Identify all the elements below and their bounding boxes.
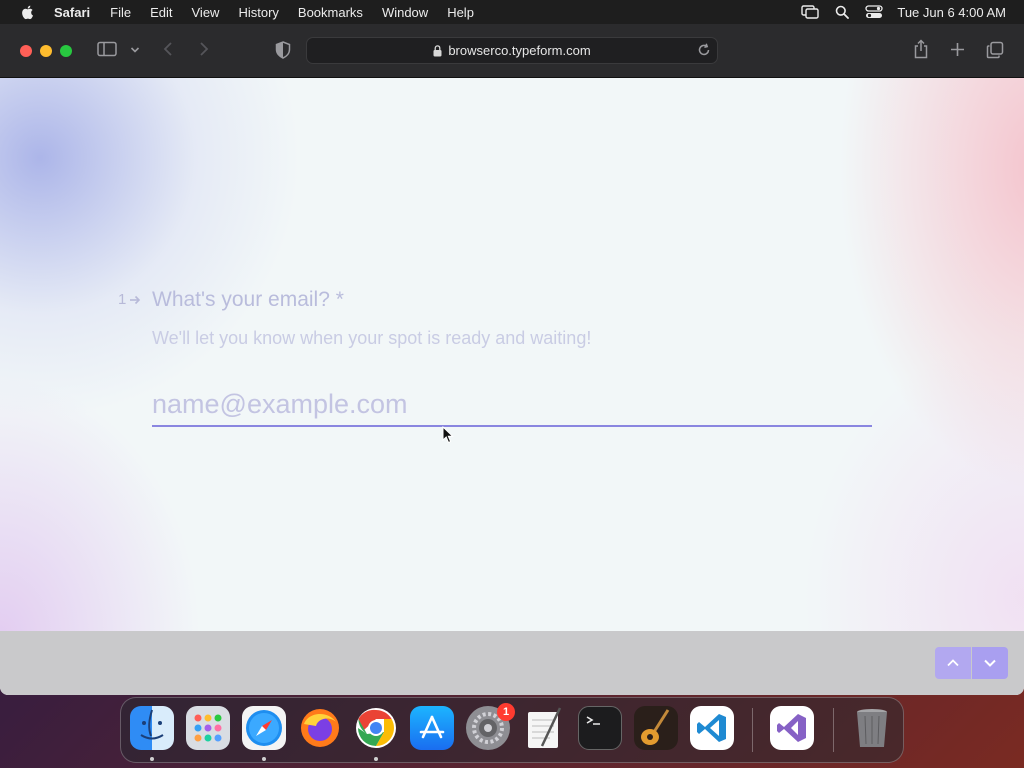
share-icon[interactable] [913, 39, 929, 59]
question-number-label: 1 [118, 291, 127, 308]
address-bar[interactable]: browserco.typeform.com [306, 37, 718, 64]
menu-view[interactable]: View [192, 5, 220, 20]
menu-window[interactable]: Window [382, 5, 428, 20]
window-close-button[interactable] [20, 45, 32, 57]
chevron-up-icon [947, 659, 959, 667]
window-zoom-button[interactable] [60, 45, 72, 57]
vscode-logo-icon [697, 714, 726, 742]
menu-history[interactable]: History [238, 5, 278, 20]
firefox-icon[interactable] [298, 706, 342, 750]
finder-running-indicator [150, 757, 154, 761]
question-title: What's your email? * [152, 288, 344, 311]
menu-bookmarks[interactable]: Bookmarks [298, 5, 363, 20]
guitar-icon [641, 709, 670, 745]
menu-file[interactable]: File [110, 5, 131, 20]
tab-overview-icon[interactable] [986, 41, 1004, 59]
chrome-running-indicator [374, 757, 378, 761]
chrome-icon[interactable] [354, 706, 398, 750]
safari-icon[interactable] [242, 706, 286, 750]
menubar-clock[interactable]: Tue Jun 6 4:00 AM [897, 5, 1006, 20]
chevron-down-icon [984, 659, 996, 667]
safari-running-indicator [262, 757, 266, 761]
chrome-logo-icon [356, 708, 396, 748]
lock-icon [433, 44, 442, 56]
visual-studio-logo-icon [777, 714, 806, 742]
terminal-prompt-icon [586, 716, 600, 725]
address-url: browserco.typeform.com [448, 43, 591, 58]
screen-mirroring-icon[interactable] [801, 5, 820, 19]
app-store-icon[interactable] [410, 706, 454, 750]
terminal-icon[interactable] [578, 706, 622, 750]
privacy-shield-icon[interactable] [275, 41, 291, 59]
firefox-logo-icon [301, 709, 339, 747]
form-navigation-bar [0, 631, 1024, 695]
question-subtitle: We'll let you know when your spot is rea… [152, 328, 592, 348]
trash-can-icon [857, 709, 887, 747]
textedit-icon[interactable] [522, 706, 566, 750]
menu-help[interactable]: Help [447, 5, 474, 20]
reload-icon[interactable] [697, 43, 711, 57]
visual-studio-icon[interactable] [770, 706, 814, 750]
arrow-right-icon [130, 295, 141, 304]
mouse-cursor-icon [442, 426, 454, 444]
notification-badge: 1 [497, 703, 515, 721]
safari-compass-icon [246, 710, 282, 746]
vscode-icon[interactable] [690, 706, 734, 750]
trash-icon[interactable] [850, 706, 894, 750]
finder-icon[interactable] [130, 706, 174, 750]
question-number: 1 [118, 291, 141, 308]
apple-icon[interactable] [20, 4, 36, 20]
window-minimize-button[interactable] [40, 45, 52, 57]
back-icon[interactable] [162, 41, 174, 57]
menu-edit[interactable]: Edit [150, 5, 172, 20]
chevron-down-icon[interactable] [130, 46, 140, 54]
launchpad-grid-icon [194, 714, 222, 742]
control-center-icon[interactable] [865, 5, 884, 19]
safari-window: browserco.typeform.com 1 What's your ema… [0, 24, 1024, 695]
search-icon[interactable] [835, 5, 850, 19]
sidebar-toggle-icon[interactable] [97, 41, 117, 57]
menu-app-safari[interactable]: Safari [54, 5, 90, 20]
app-store-a-icon [419, 715, 445, 739]
new-tab-icon[interactable] [950, 42, 965, 57]
email-input[interactable] [152, 383, 872, 427]
browser-toolbar: browserco.typeform.com [0, 24, 1024, 78]
typeform-page: 1 What's your email? * We'll let you kno… [0, 78, 1024, 631]
dock: 1 [120, 697, 904, 763]
dock-separator [833, 708, 834, 752]
menu-bar: Safari File Edit View History Bookmarks … [0, 0, 1024, 24]
previous-question-button[interactable] [935, 647, 971, 679]
forward-icon[interactable] [198, 41, 210, 57]
garageband-icon[interactable] [634, 706, 678, 750]
finder-face-icon [140, 709, 164, 740]
dock-separator [752, 708, 753, 752]
next-question-button[interactable] [972, 647, 1008, 679]
launchpad-icon[interactable] [186, 706, 230, 750]
textedit-page-icon [528, 707, 562, 748]
